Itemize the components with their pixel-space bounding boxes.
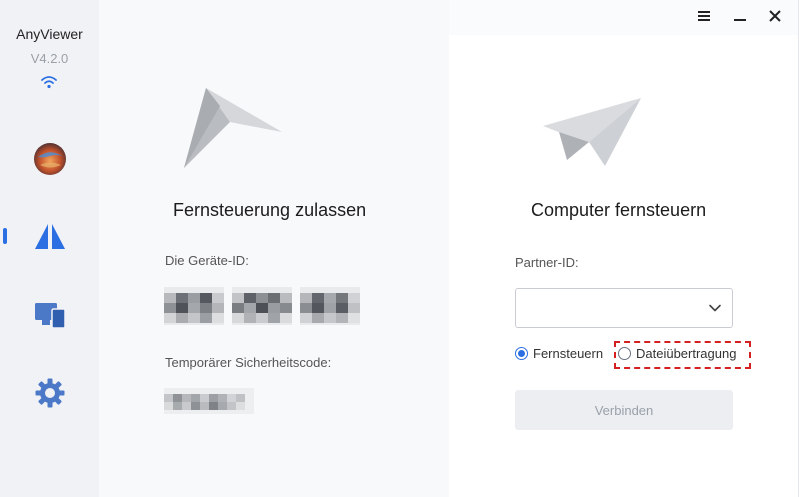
paper-plane-icon	[543, 98, 641, 166]
minimize-button[interactable]	[729, 5, 751, 27]
menu-icon	[698, 11, 710, 21]
radio-checked-icon[interactable]	[515, 347, 528, 360]
app-version: V4.2.0	[30, 51, 69, 66]
paper-plane-icon	[184, 88, 282, 168]
allow-remote-panel	[99, 0, 449, 497]
device-id-value	[164, 287, 360, 325]
radio-fernsteuern[interactable]: Fernsteuern	[515, 346, 603, 361]
gear-icon	[35, 378, 64, 408]
wifi-icon	[41, 76, 57, 89]
close-icon	[769, 10, 781, 22]
sidebar-item-settings[interactable]	[0, 368, 99, 418]
devices-icon	[34, 303, 66, 329]
allow-remote-title: Fernsteuerung zulassen	[173, 200, 367, 220]
menu-button[interactable]	[693, 5, 715, 27]
active-indicator	[3, 228, 7, 244]
app-window: AnyViewer V4.2.0 Fernsteuerung zulassen …	[0, 0, 799, 497]
highlight-box	[614, 341, 751, 369]
temp-code-label: Temporärer Sicherheitscode:	[165, 355, 332, 370]
partner-id-label: Partner-ID:	[515, 255, 579, 270]
device-id-label: Die Geräte-ID:	[165, 253, 249, 268]
remote-control-icon	[34, 224, 65, 249]
remote-control-title: Computer fernsteuern	[531, 200, 707, 220]
sidebar-item-profile[interactable]	[0, 134, 99, 184]
connect-button[interactable]: Verbinden	[515, 390, 733, 430]
sidebar-item-devices[interactable]	[0, 290, 99, 340]
avatar	[33, 143, 66, 175]
minimize-icon	[734, 19, 746, 21]
sidebar: AnyViewer V4.2.0	[0, 0, 99, 497]
sidebar-item-remote[interactable]	[0, 212, 99, 262]
close-button[interactable]	[764, 5, 786, 27]
partner-id-input[interactable]	[515, 288, 733, 328]
temp-code-value	[164, 388, 254, 414]
app-name: AnyViewer	[16, 26, 83, 42]
radio-fernsteuern-label: Fernsteuern	[533, 346, 604, 361]
chevron-down-icon[interactable]	[708, 301, 722, 315]
